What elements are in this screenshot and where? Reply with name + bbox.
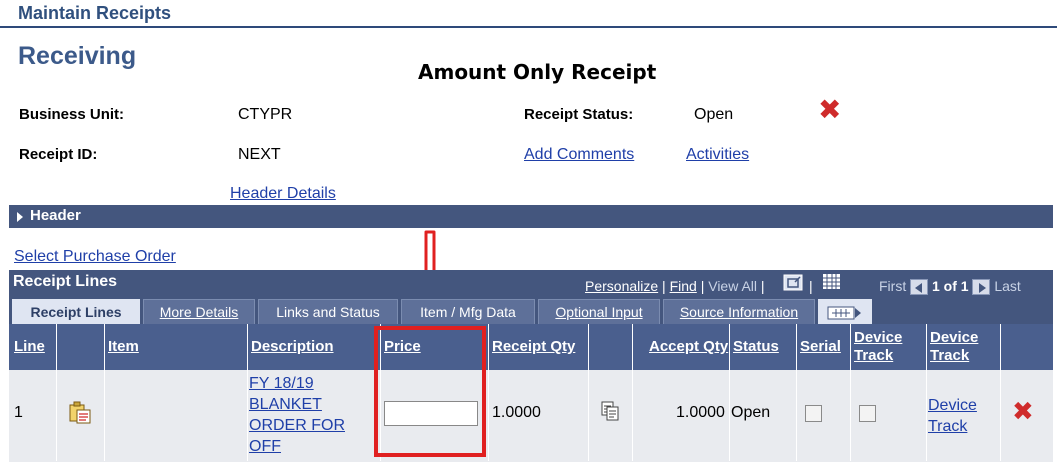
col-device-track-1[interactable]: Device Track [850, 324, 925, 370]
item-details-icon[interactable] [68, 401, 92, 425]
col-accept-qty[interactable]: Accept Qty [645, 324, 729, 370]
grid-personalize-links: Personalize | Find | View All | [585, 278, 765, 294]
col-description[interactable]: Description [247, 324, 377, 370]
delete-receipt-icon[interactable]: ✖ [818, 96, 841, 124]
serial-checkbox[interactable] [805, 405, 822, 422]
personalize-link[interactable]: Personalize [585, 278, 658, 294]
row-description-link[interactable]: FY 18/19 BLANKET ORDER FOR OFF [249, 373, 345, 457]
expand-triangle-icon [17, 212, 23, 222]
annotation-text: Amount Only Receipt [418, 60, 657, 84]
header-section-label: Header [30, 207, 81, 224]
add-comments-link[interactable]: Add Comments [524, 146, 634, 164]
tab-receipt-lines[interactable]: Receipt Lines [12, 299, 140, 324]
next-row-icon[interactable] [972, 279, 991, 296]
device-track-link[interactable]: Device Track [928, 395, 977, 437]
business-unit-label: Business Unit: [19, 106, 125, 123]
row-line: 1 [14, 404, 23, 421]
receipt-id-label: Receipt ID: [19, 146, 98, 163]
download-grid-icon[interactable] [822, 273, 842, 291]
tab-source-information[interactable]: Source Information [663, 299, 815, 324]
receipt-status-label: Receipt Status: [524, 106, 634, 123]
find-link[interactable]: Find [670, 278, 697, 294]
show-all-columns-tab[interactable] [818, 299, 872, 324]
col-status[interactable]: Status [729, 324, 795, 370]
page-header: Maintain Receipts [0, 0, 1057, 28]
tab-optional-input[interactable]: Optional Input [538, 299, 660, 324]
page-title: Receiving [18, 42, 137, 70]
tab-item-mfg-data[interactable]: Item / Mfg Data [401, 299, 535, 324]
select-purchase-order-link[interactable]: Select Purchase Order [14, 248, 176, 266]
business-unit-value: CTYPR [238, 106, 293, 123]
device-track-checkbox[interactable] [859, 405, 876, 422]
col-receipt-qty[interactable]: Receipt Qty [488, 324, 586, 370]
receipt-lines-grid-title: Receipt Lines [13, 273, 118, 290]
page-header-title: Maintain Receipts [18, 3, 172, 23]
receipt-id-value: NEXT [238, 146, 281, 163]
row-accept-qty: 1.0000 [676, 404, 725, 421]
receipt-status-value: Open [694, 106, 734, 123]
show-all-columns-icon [827, 306, 861, 320]
activities-link[interactable]: Activities [686, 146, 749, 164]
col-item[interactable]: Item [104, 324, 246, 370]
first-link[interactable]: First [879, 278, 906, 294]
copy-qty-icon[interactable] [599, 400, 621, 422]
grid-pager: First 1 of 1 Last [879, 278, 1021, 296]
header-details-link[interactable]: Header Details [230, 185, 336, 203]
row-status: Open [731, 404, 771, 421]
col-device-track-2[interactable]: Device Track [926, 324, 1000, 370]
price-highlight-box [374, 326, 486, 457]
tab-links-and-status[interactable]: Links and Status [258, 299, 398, 324]
view-all-link[interactable]: View All [708, 278, 757, 294]
col-line[interactable]: Line [10, 324, 56, 370]
zoom-grid-icon[interactable] [783, 274, 805, 292]
previous-row-icon[interactable] [910, 279, 929, 296]
header-section-toggle[interactable]: Header [9, 205, 1053, 228]
pager-count: 1 of 1 [932, 278, 969, 294]
delete-row-icon[interactable]: ✖ [1012, 398, 1034, 424]
tab-more-details[interactable]: More Details [143, 299, 255, 324]
last-link[interactable]: Last [994, 278, 1020, 294]
row-receipt-qty: 1.0000 [492, 404, 541, 421]
col-serial[interactable]: Serial [796, 324, 850, 370]
